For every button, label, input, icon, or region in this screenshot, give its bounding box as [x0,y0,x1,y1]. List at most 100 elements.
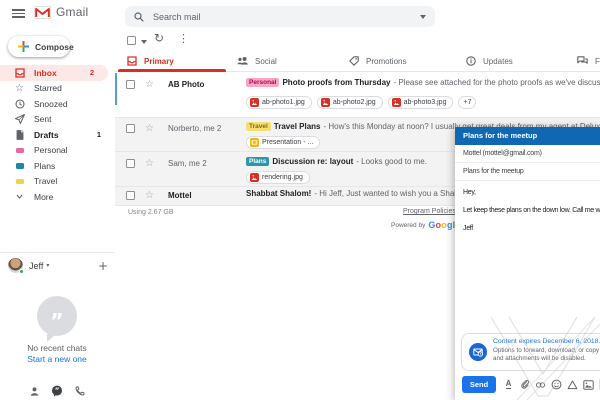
attach-file-icon[interactable] [519,378,530,391]
chat-user-row[interactable]: Jeff ▾ + [8,258,108,273]
insert-photo-icon[interactable] [583,378,594,391]
insert-link-icon[interactable] [535,378,546,391]
attachment-name: Presentation - ... [262,139,313,146]
attachment-chip[interactable]: ab-photo1.jpg [246,96,312,109]
select-dropdown-caret-icon[interactable] [141,40,147,44]
social-tab-icon [237,56,248,66]
confidential-mode-badge-icon [469,343,487,361]
select-all-checkbox[interactable] [127,36,136,45]
compose-button-label: Compose [35,42,74,52]
phone-icon[interactable] [74,386,85,397]
inbox-icon [14,68,25,78]
row-checkbox[interactable] [126,191,135,200]
row-star-icon[interactable]: ☆ [145,124,154,134]
compose-body[interactable]: Hey, Let keep these plans on the down lo… [455,181,600,249]
quote-glyph: ” [50,316,63,326]
gmail-envelope-icon [34,6,51,19]
expiry-date-link[interactable]: Content expires December 6, 2018. [493,338,600,347]
mail-subject: Travel Plans [274,122,321,131]
attachment-chip[interactable]: ab-photo3.jpg [388,96,454,109]
body-signoff: Jeff [463,224,592,233]
sidebar-item-label: Snoozed [34,99,115,109]
row-checkbox[interactable] [126,159,135,168]
attachment-chip[interactable]: ab-photo2.jpg [317,96,383,109]
expiry-detail-line2: and attachments will be disabled. [493,355,600,364]
chat-empty-title: No recent chats [0,343,114,353]
attachment-chip[interactable]: Presentation - ... [246,136,320,149]
sidebar-item-label: Inbox [34,68,90,78]
attachment-name: ab-photo1.jpg [262,99,305,106]
tab-label: Primary [144,57,174,66]
mail-subject: Shabbat Shalom! [246,189,311,198]
row-star-icon[interactable]: ☆ [145,159,154,169]
row-star-icon[interactable]: ☆ [145,191,154,201]
drafts-count: 1 [97,130,101,139]
label-chip-plans[interactable]: Plans [246,157,269,166]
sidebar-item-snoozed[interactable]: Snoozed [0,96,115,112]
mail-preview: - Looks good to me. [356,157,427,166]
hangouts-icon[interactable]: ” [51,385,63,397]
sender-name: Sam, me 2 [168,159,244,168]
more-attachments-chip[interactable]: +7 [458,96,476,109]
row-checkbox[interactable] [126,80,135,89]
more-actions-button[interactable]: ⋮ [178,32,189,45]
new-chat-plus-button[interactable]: + [98,259,108,273]
sidebar-item-inbox[interactable]: Inbox 2 [0,65,108,81]
attachment-name: ab-photo3.jpg [404,99,447,106]
insert-from-drive-icon[interactable] [567,378,578,391]
chat-user-caret-icon[interactable]: ▾ [46,262,49,269]
expiry-detail-line1: Options to forward, download, or copy th… [493,347,600,356]
label-travel-icon [14,179,25,185]
attachment-name: ab-photo2.jpg [333,99,376,106]
refresh-button[interactable]: ↻ [154,31,164,45]
sender-name: Mottel [168,191,244,200]
program-policies-link[interactable]: Program Policies [403,208,456,215]
image-file-icon [392,98,401,107]
mail-subject: Discussion re: layout [272,157,353,166]
search-options-caret-icon[interactable] [420,15,426,19]
row-checkbox[interactable] [126,124,135,133]
recipient-field[interactable]: Mottel (mottel@gmail.com) [455,145,600,163]
row-star-icon[interactable]: ☆ [145,80,154,90]
tab-promotions[interactable]: Promotions [340,50,455,72]
sidebar-item-starred[interactable]: ☆ Starred [0,81,115,97]
sidebar-nav: Inbox 2 ☆ Starred Snoozed Sent Drafts 1 … [0,65,115,205]
compose-plus-icon [18,41,29,52]
label-chip-personal[interactable]: Personal [246,78,279,87]
tab-social[interactable]: Social [228,50,340,72]
attachment-chip[interactable]: rendering.jpg [246,171,310,184]
presence-dot [19,269,25,275]
avatar[interactable] [8,258,23,273]
search-bar[interactable]: Search mail [125,6,435,27]
sidebar-item-personal[interactable]: Personal [0,143,115,159]
sidebar-item-plans[interactable]: Plans [0,158,115,174]
focused-row-indicator [115,73,117,105]
sidebar-item-travel[interactable]: Travel [0,174,115,190]
send-button[interactable]: Send [462,376,496,393]
sidebar-item-sent[interactable]: Sent [0,112,115,128]
search-input[interactable]: Search mail [153,12,420,22]
sender-name: AB Photo [168,80,244,89]
tab-forums[interactable]: Forums [568,50,600,72]
compose-button[interactable]: Compose [8,36,70,57]
subject-field[interactable]: Plans for the meetup [455,163,600,181]
sidebar-item-label: More [34,192,115,202]
gmail-logo: Gmail [34,5,88,19]
sidebar-item-more[interactable]: More [0,189,115,205]
image-file-icon [321,98,330,107]
tab-updates[interactable]: Updates [457,50,567,72]
formatting-options-icon[interactable]: A [503,378,514,391]
hamburger-menu-button[interactable] [12,9,25,18]
mail-subject: Photo proofs from Thursday [282,78,390,87]
compose-header[interactable]: Plans for the meetup [455,127,600,145]
contacts-person-icon[interactable] [29,386,40,397]
powered-by: Powered by Google [391,220,461,230]
mail-row[interactable]: ☆ AB Photo Personal Photo proofs from Th… [115,72,600,118]
sidebar-item-label: Drafts [34,130,97,140]
sidebar-item-drafts[interactable]: Drafts 1 [0,127,115,143]
body-greeting: Hey, [463,188,592,197]
image-file-icon [250,98,259,107]
chat-start-new-link[interactable]: Start a new one [0,354,114,364]
label-chip-travel[interactable]: Travel [246,122,271,131]
insert-emoji-icon[interactable] [551,378,562,391]
